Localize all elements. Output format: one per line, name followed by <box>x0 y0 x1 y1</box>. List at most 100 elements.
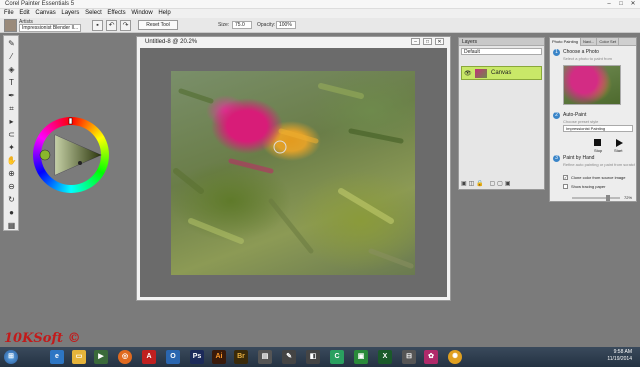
app-icon-5[interactable]: ⊟ <box>402 350 416 364</box>
paint-bucket-icon[interactable]: ◈ <box>6 64 17 75</box>
taskbar: ⊞ e ▭ ▶ ◎ A O Ps Ai Br ▤ ✎ ◧ C ▣ X ⊟ ✿ ✺… <box>0 347 640 367</box>
brush-selector-icon[interactable] <box>4 19 17 32</box>
minimize-button[interactable]: – <box>603 0 615 9</box>
tracing-paper-label: Show tracing paper <box>571 184 606 189</box>
tracing-opacity-knob[interactable] <box>606 195 610 201</box>
lasso-tool-icon[interactable]: ⊂ <box>6 129 17 140</box>
paint-by-hand-sub: Refine auto painting or paint from scrat… <box>563 162 635 167</box>
document-window: Untitled-8 @ 20.2% – □ ✕ <box>136 36 451 301</box>
style-select[interactable]: Impressionist Painting <box>563 125 633 132</box>
layer-actions-icons[interactable]: ▣◫🔒 ▢▢▣ <box>461 180 512 187</box>
menu-edit[interactable]: Edit <box>17 9 31 17</box>
illustrator-icon[interactable]: Ai <box>212 350 226 364</box>
saturation-triangle[interactable] <box>33 117 109 193</box>
choose-photo-title: Choose a Photo <box>563 49 599 55</box>
app-icon-4[interactable]: ▣ <box>354 350 368 364</box>
clock[interactable]: 9:58 AM 11/19/2014 <box>607 349 632 363</box>
app-icon-6[interactable]: ✺ <box>448 350 462 364</box>
painter-icon[interactable]: ✿ <box>424 350 438 364</box>
ie-icon[interactable]: e <box>50 350 64 364</box>
wand-tool-icon[interactable]: ✦ <box>6 142 17 153</box>
canvas-area[interactable] <box>140 48 447 297</box>
menu-window[interactable]: Window <box>129 9 154 17</box>
layer-row-canvas[interactable]: 👁 Canvas <box>461 66 542 80</box>
doc-maximize-icon[interactable]: □ <box>423 38 432 45</box>
start-icon[interactable] <box>616 139 623 147</box>
redo-icon[interactable]: ↷ <box>120 20 131 31</box>
undo-icon[interactable]: ↶ <box>106 20 117 31</box>
document-title: Untitled-8 @ 20.2% <box>145 39 198 45</box>
zoom-out-icon[interactable]: ⊖ <box>6 181 17 192</box>
app-icon-1[interactable]: ▤ <box>258 350 272 364</box>
doc-minimize-icon[interactable]: – <box>411 38 420 45</box>
save-icon[interactable]: ▪ <box>92 20 103 31</box>
watermark: 10KSoft © <box>4 331 81 346</box>
clone-color-checkbox[interactable]: ✓ <box>563 175 568 180</box>
tab-photo-painting[interactable]: Photo Painting <box>550 38 582 46</box>
layers-tab[interactable]: Layers <box>459 38 544 46</box>
app-icon-3[interactable]: ◧ <box>306 350 320 364</box>
color-swatch-icon[interactable]: ● <box>6 207 17 218</box>
clock-date: 11/19/2014 <box>607 356 632 362</box>
pen-tool-icon[interactable]: ✒ <box>6 90 17 101</box>
size-field[interactable]: 75.0 <box>232 21 252 29</box>
source-photo-thumbnail[interactable] <box>563 65 621 105</box>
stop-label: Stop <box>594 148 603 153</box>
maximize-button[interactable]: □ <box>615 0 627 9</box>
doc-close-icon[interactable]: ✕ <box>435 38 444 45</box>
zoom-in-icon[interactable]: ⊕ <box>6 168 17 179</box>
camtasia-icon[interactable]: C <box>330 350 344 364</box>
text-tool-icon[interactable]: T <box>6 77 17 88</box>
tracing-paper-checkbox[interactable] <box>563 184 568 189</box>
panel-tabs: Photo Painting Navi... Color Set <box>550 38 636 46</box>
toolbox: ✎ ⁄ ◈ T ✒ ⌗ ▸ ⊂ ✦ ✋ ⊕ ⊖ ↻ ● ▦ <box>3 35 19 231</box>
folder-icon[interactable]: ▭ <box>72 350 86 364</box>
menu-file[interactable]: File <box>2 9 16 17</box>
step-1-badge: 1 <box>553 49 560 56</box>
menu-help[interactable]: Help <box>156 9 172 17</box>
brush-variant-field[interactable]: Impressionist Blender Il... <box>19 24 81 32</box>
layer-thumbnail <box>475 69 487 78</box>
auto-paint-title: Auto-Paint <box>563 112 587 118</box>
bridge-icon[interactable]: Br <box>234 350 248 364</box>
start-label: Start <box>614 148 623 153</box>
menu-effects[interactable]: Effects <box>105 9 127 17</box>
crop-tool-icon[interactable]: ⌗ <box>6 103 17 114</box>
excel-icon[interactable]: X <box>378 350 392 364</box>
opacity-field[interactable]: 100% <box>276 21 296 29</box>
dropper-tool-icon[interactable]: ⁄ <box>6 51 17 62</box>
layers-panel: Layers Default 👁 Canvas ▣◫🔒 ▢▢▣ <box>458 37 545 190</box>
property-bar: Artists Impressionist Blender Il... ▪ ↶ … <box>0 18 640 33</box>
photoshop-icon[interactable]: Ps <box>190 350 204 364</box>
visibility-eye-icon[interactable]: 👁 <box>464 70 472 77</box>
brush-strokes <box>173 83 414 269</box>
paper-texture-icon[interactable]: ▦ <box>6 220 17 231</box>
select-tool-icon[interactable]: ▸ <box>6 116 17 127</box>
close-button[interactable]: ✕ <box>627 0 639 9</box>
stop-icon[interactable] <box>594 139 601 146</box>
menu-select[interactable]: Select <box>83 9 104 17</box>
hand-tool-icon[interactable]: ✋ <box>6 155 17 166</box>
brush-tool-icon[interactable]: ✎ <box>6 38 17 49</box>
rotate-tool-icon[interactable]: ↻ <box>6 194 17 205</box>
tracing-opacity-value: 72% <box>624 195 633 200</box>
color-wheel[interactable] <box>33 117 109 193</box>
app-title: Corel Painter Essentials 5 <box>5 1 75 7</box>
pdf-icon[interactable]: A <box>142 350 156 364</box>
tracing-opacity-slider[interactable] <box>572 197 620 199</box>
reset-tool-button[interactable]: Reset Tool <box>138 20 178 30</box>
media-icon[interactable]: ▶ <box>94 350 108 364</box>
menu-layers[interactable]: Layers <box>59 9 81 17</box>
step-2-badge: 2 <box>553 112 560 119</box>
firefox-icon[interactable]: ◎ <box>118 350 132 364</box>
choose-photo-sub: Select a photo to paint from <box>563 56 612 61</box>
menu-canvas[interactable]: Canvas <box>33 9 57 17</box>
start-button-icon[interactable]: ⊞ <box>4 350 18 364</box>
composite-method-select[interactable]: Default <box>461 48 542 55</box>
tab-color-set[interactable]: Color Set <box>597 38 620 46</box>
painting-canvas[interactable] <box>171 71 415 275</box>
clock-time: 9:58 AM <box>613 349 632 355</box>
outlook-icon[interactable]: O <box>166 350 180 364</box>
app-icon-2[interactable]: ✎ <box>282 350 296 364</box>
tab-navigator[interactable]: Navi... <box>581 38 598 46</box>
